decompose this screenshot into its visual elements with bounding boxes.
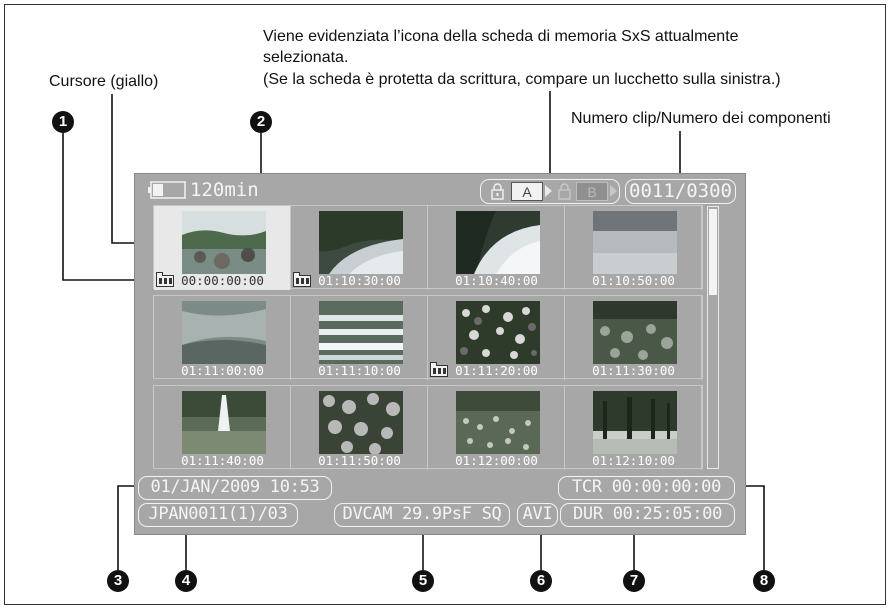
thumbnail-cell[interactable]: 01:10:30:00 [291, 206, 428, 290]
thumbnail-cell[interactable]: 00:00:00:00 [154, 206, 291, 290]
thumbnail-timecode: 01:10:40:00 [455, 273, 538, 288]
thumbnail-image [319, 301, 403, 364]
thumbnail-timecode: 01:11:20:00 [455, 363, 538, 378]
callout-6: 6 [530, 570, 552, 592]
scrollbar[interactable] [707, 206, 719, 469]
thumbnail-image [593, 211, 677, 274]
thumbnail-image [593, 301, 677, 364]
thumbnail-cell[interactable]: 01:11:20:00 [428, 296, 565, 380]
thumbnail-grid: 00:00:00:00 01:10:30:00 01:10:40:00 01:1… [153, 205, 703, 470]
lock-icon [491, 183, 504, 200]
scrollbar-thumb[interactable] [709, 209, 717, 295]
clip-name-display: JPAN0011(1)/03 [138, 503, 298, 527]
thumbnail-timecode: 01:11:10:00 [318, 363, 401, 378]
thumbnail-timecode: 00:00:00:00 [181, 273, 264, 288]
slot-a-arrow-icon [545, 185, 552, 197]
callout-8: 8 [753, 570, 775, 592]
thumbnail-timecode: 01:11:40:00 [181, 453, 264, 468]
thumbnail-timecode: 01:11:50:00 [318, 453, 401, 468]
callout-3: 3 [107, 570, 129, 592]
thumbnail-timecode: 01:12:00:00 [455, 453, 538, 468]
slot-b-button[interactable]: B [576, 182, 608, 201]
thumbnail-image [456, 391, 540, 454]
thumbnail-row: 00:00:00:00 01:10:30:00 01:10:40:00 01:1… [153, 205, 703, 290]
thumbnail-cell[interactable]: 01:11:10:00 [291, 296, 428, 380]
thumbnail-image [593, 391, 677, 454]
thumbnail-row: 01:11:00:00 01:11:10:00 01:11:20:00 01:1… [153, 295, 703, 380]
thumbnail-cell[interactable]: 01:12:00:00 [428, 386, 565, 470]
thumbnail-cell[interactable]: 01:11:00:00 [154, 296, 291, 380]
annotation-card-highlight-line1: Viene evidenziata l’icona della scheda d… [263, 28, 739, 45]
thumbnail-timecode: 01:12:10:00 [592, 453, 675, 468]
thumbnail-cell[interactable]: 01:10:40:00 [428, 206, 565, 290]
annotation-card-highlight-line3: (Se la scheda è protetta da scrittura, c… [263, 71, 781, 88]
video-format-display: DVCAM 29.9PsF SQ [334, 503, 510, 527]
annotation-clip-number: Numero clip/Numero dei componenti [571, 110, 831, 127]
slot-b-arrow-icon [610, 185, 617, 197]
battery-remaining: 120min [190, 179, 259, 201]
thumbnail-image [456, 301, 540, 364]
thumbnail-cell[interactable]: 01:10:50:00 [565, 206, 702, 290]
thumbnail-image [182, 211, 266, 274]
annotation-card-highlight-line2: selezionata. [263, 49, 349, 66]
slot-a-button[interactable]: A [511, 182, 543, 201]
thumbnail-timecode: 01:11:30:00 [592, 363, 675, 378]
thumbnail-row: 01:11:40:00 01:11:50:00 01:12:00:00 01:1… [153, 385, 703, 470]
callout-5: 5 [412, 570, 434, 592]
thumbnail-image [456, 211, 540, 274]
callout-2: 2 [250, 111, 272, 133]
battery-icon [148, 181, 186, 199]
thumbnail-image [319, 211, 403, 274]
thumbnail-image [319, 391, 403, 454]
callout-4: 4 [175, 570, 197, 592]
thumbnail-cell[interactable]: 01:11:50:00 [291, 386, 428, 470]
duration-display: DUR 00:25:05:00 [560, 503, 735, 527]
tcr-display: TCR 00:00:00:00 [558, 476, 735, 500]
thumbnail-timecode: 01:10:50:00 [592, 273, 675, 288]
callout-7: 7 [623, 570, 645, 592]
thumbnail-cell[interactable]: 01:11:40:00 [154, 386, 291, 470]
date-time-display: 01/JAN/2009 10:53 [138, 476, 332, 500]
thumbnail-timecode: 01:11:00:00 [181, 363, 264, 378]
annotation-cursor: Cursore (giallo) [49, 73, 159, 90]
file-type-display: AVI [517, 503, 558, 527]
thumbnail-image [182, 391, 266, 454]
clip-counter: 0011/0300 [625, 179, 736, 204]
callout-1: 1 [52, 111, 74, 133]
thumbnail-image [182, 301, 266, 364]
thumbnail-cell[interactable]: 01:11:30:00 [565, 296, 702, 380]
lock-icon-dim [558, 183, 571, 200]
thumbnail-cell[interactable]: 01:12:10:00 [565, 386, 702, 470]
thumbnail-timecode: 01:10:30:00 [318, 273, 401, 288]
